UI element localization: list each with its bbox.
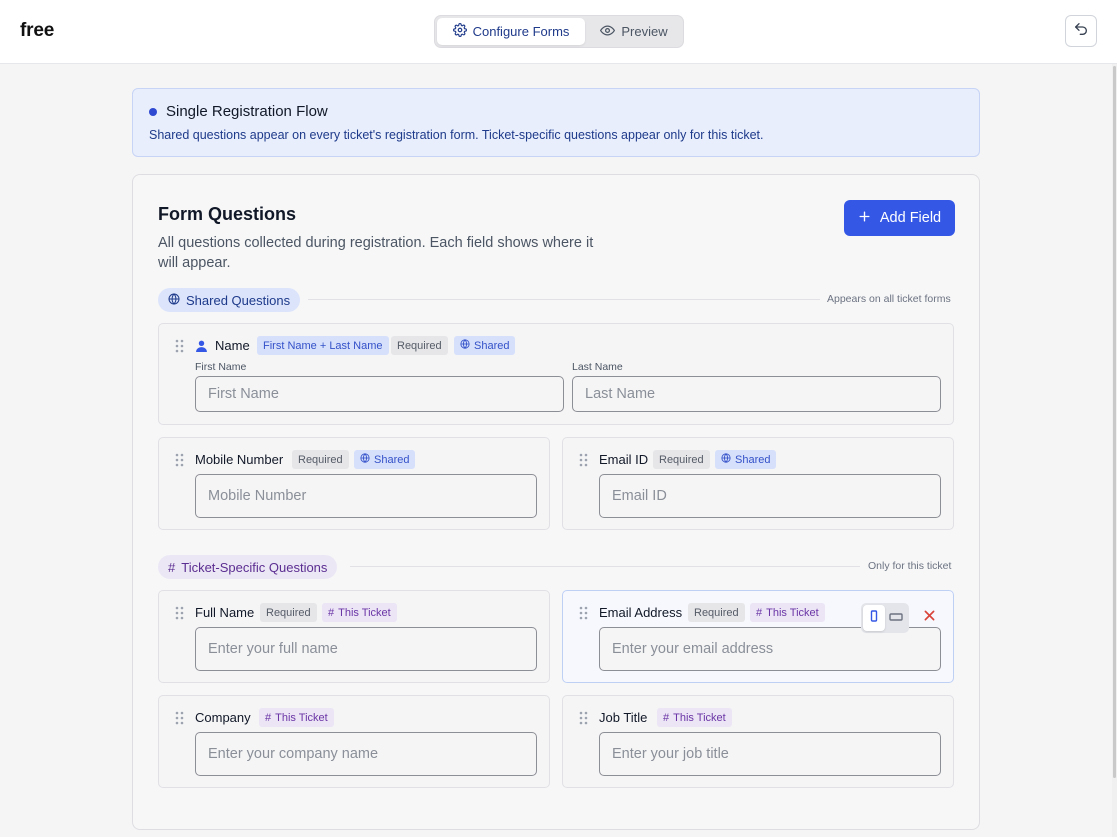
mobile-number-label: Mobile Number bbox=[195, 452, 284, 467]
wide-width-icon bbox=[889, 609, 903, 627]
undo-button[interactable] bbox=[1065, 15, 1097, 47]
half-width-button[interactable] bbox=[863, 605, 885, 631]
add-field-button[interactable]: Add Field bbox=[844, 200, 955, 236]
drag-handle-icon[interactable] bbox=[579, 453, 588, 467]
this-ticket-tag: # This Ticket bbox=[322, 603, 397, 622]
ticket-questions-badge: # Ticket-Specific Questions bbox=[158, 555, 338, 579]
email-address-label: Email Address bbox=[599, 605, 683, 620]
hash-icon: # bbox=[328, 606, 335, 619]
drag-handle-icon[interactable] bbox=[579, 606, 588, 620]
this-ticket-tag: # This Ticket bbox=[259, 708, 334, 727]
last-name-input[interactable]: Last Name bbox=[572, 376, 941, 412]
mobile-number-input[interactable]: Mobile Number bbox=[195, 474, 537, 518]
globe-icon bbox=[460, 339, 470, 352]
hash-icon: # bbox=[168, 559, 176, 575]
full-name-label: Full Name bbox=[195, 605, 255, 620]
company-label: Company bbox=[195, 710, 251, 725]
company-input[interactable]: Enter your company name bbox=[195, 732, 537, 776]
view-toggle: Configure Forms Preview bbox=[434, 15, 684, 48]
drag-handle-icon[interactable] bbox=[175, 711, 184, 725]
undo-icon bbox=[1073, 21, 1089, 42]
shared-tag-label: Shared bbox=[735, 453, 771, 466]
form-title: Form Questions bbox=[158, 204, 297, 224]
email-id-label: Email ID bbox=[599, 452, 649, 467]
email-address-input[interactable]: Enter your email address bbox=[599, 627, 941, 671]
app-logo: free bbox=[20, 20, 55, 41]
field-width-toolbar bbox=[861, 603, 909, 633]
info-banner: Single Registration Flow Shared question… bbox=[132, 88, 980, 157]
shared-questions-badge: Shared Questions bbox=[158, 288, 301, 312]
drag-handle-icon[interactable] bbox=[579, 711, 588, 725]
shared-tag-label: Shared bbox=[474, 339, 510, 352]
ticket-section-note: Only for this ticket bbox=[868, 560, 952, 572]
full-name-input[interactable]: Enter your full name bbox=[195, 627, 537, 671]
required-tag: Required bbox=[260, 603, 317, 622]
hash-icon: # bbox=[756, 606, 763, 619]
shared-tag: Shared bbox=[715, 450, 777, 469]
shared-tag: Shared bbox=[454, 336, 516, 355]
ticket-questions-label: Ticket-Specific Questions bbox=[181, 559, 328, 575]
user-icon bbox=[195, 339, 208, 358]
name-field-label: Name bbox=[215, 338, 250, 353]
tab-preview[interactable]: Preview bbox=[587, 18, 681, 45]
name-field-card[interactable]: Name First Name + Last Name Required Sha… bbox=[158, 323, 954, 425]
this-ticket-tag-label: This Ticket bbox=[766, 606, 819, 619]
delete-field-button[interactable] bbox=[920, 608, 938, 626]
this-ticket-tag-label: This Ticket bbox=[338, 606, 391, 619]
tab-configure-forms[interactable]: Configure Forms bbox=[437, 18, 585, 45]
required-tag: Required bbox=[688, 603, 745, 622]
top-bar: free Configure Forms Preview bbox=[0, 0, 1117, 64]
required-tag: Required bbox=[391, 336, 448, 355]
job-title-label: Job Title bbox=[599, 710, 648, 725]
last-name-label: Last Name bbox=[572, 361, 623, 373]
this-ticket-tag-label: This Ticket bbox=[275, 711, 328, 724]
shared-section-note: Appears on all ticket forms bbox=[827, 293, 951, 305]
drag-handle-icon[interactable] bbox=[175, 606, 184, 620]
full-width-button[interactable] bbox=[885, 605, 907, 631]
globe-icon bbox=[360, 453, 370, 466]
tab-preview-label: Preview bbox=[621, 24, 668, 39]
drag-handle-icon[interactable] bbox=[175, 453, 184, 467]
plus-icon bbox=[858, 210, 871, 227]
first-name-input[interactable]: First Name bbox=[195, 376, 564, 412]
required-tag: Required bbox=[292, 450, 349, 469]
globe-icon bbox=[168, 292, 180, 308]
tab-configure-forms-label: Configure Forms bbox=[472, 24, 570, 39]
gear-icon bbox=[452, 23, 467, 40]
this-ticket-tag: # This Ticket bbox=[750, 603, 825, 622]
eye-icon bbox=[600, 23, 616, 41]
hash-icon: # bbox=[663, 711, 670, 724]
this-ticket-tag-label: This Ticket bbox=[673, 711, 726, 724]
narrow-width-icon bbox=[870, 609, 878, 627]
add-field-label: Add Field bbox=[879, 210, 942, 226]
shared-tag: Shared bbox=[354, 450, 416, 469]
globe-icon bbox=[721, 453, 731, 466]
this-ticket-tag: # This Ticket bbox=[657, 708, 732, 727]
shared-questions-label: Shared Questions bbox=[186, 292, 291, 308]
scrollbar-thumb[interactable] bbox=[1113, 66, 1116, 778]
email-id-input[interactable]: Email ID bbox=[599, 474, 941, 518]
drag-handle-icon[interactable] bbox=[175, 339, 184, 353]
job-title-input[interactable]: Enter your job title bbox=[599, 732, 941, 776]
company-field-card[interactable]: Company # This Ticket Enter your company… bbox=[158, 695, 550, 788]
name-combo-tag: First Name + Last Name bbox=[257, 336, 389, 355]
job-title-field-card[interactable]: Job Title # This Ticket Enter your job t… bbox=[562, 695, 954, 788]
first-name-label: First Name bbox=[195, 361, 247, 373]
divider bbox=[308, 299, 820, 300]
full-name-field-card[interactable]: Full Name Required # This Ticket Enter y… bbox=[158, 590, 550, 683]
email-id-field-card[interactable]: Email ID Required Shared Email ID bbox=[562, 437, 954, 530]
required-tag: Required bbox=[653, 450, 710, 469]
divider bbox=[350, 566, 860, 567]
shared-tag-label: Shared bbox=[374, 453, 410, 466]
banner-title: Single Registration Flow bbox=[166, 103, 328, 120]
banner-dot bbox=[149, 108, 157, 116]
banner-text: Shared questions appear on every ticket'… bbox=[149, 128, 764, 142]
close-icon bbox=[924, 608, 935, 626]
form-description: All questions collected during registrat… bbox=[158, 235, 594, 271]
mobile-number-field-card[interactable]: Mobile Number Required Shared Mobile Num… bbox=[158, 437, 550, 530]
hash-icon: # bbox=[265, 711, 272, 724]
